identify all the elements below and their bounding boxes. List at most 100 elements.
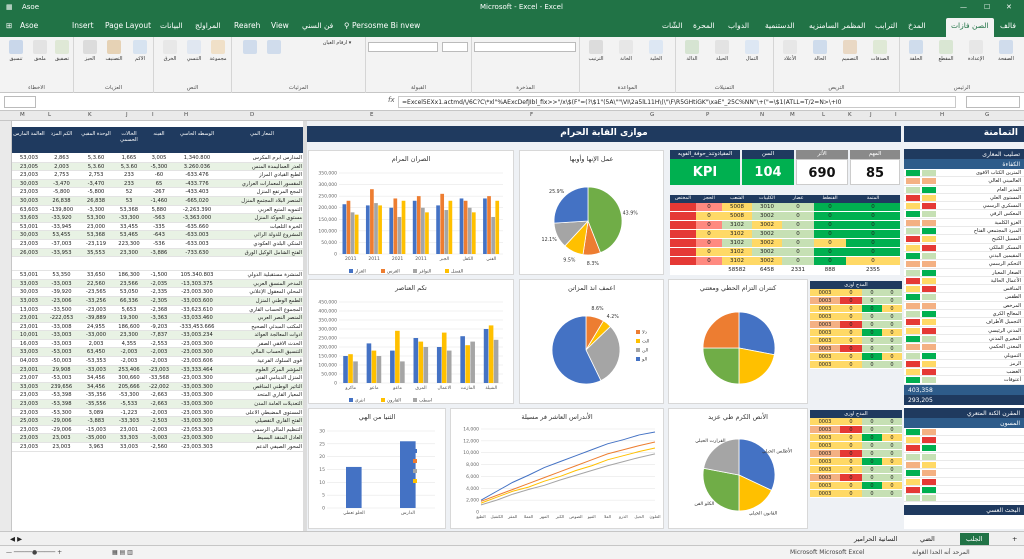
table-row[interactable]: 33,003 -23,006 -33,256 66,336 -2,305 -33,003.… <box>12 296 303 306</box>
table-row[interactable]: 04,003 -50,003 -53,353 -2,003 -2,003 -23,003.… <box>12 357 303 366</box>
sheet-tab[interactable]: الضي <box>914 533 941 545</box>
table-row[interactable]: 33,603 -33,920 53,300 -33,300 -563 -3,363.000… <box>12 214 303 223</box>
pie-chart-2-card[interactable]: اعمف انذ المزاتن 8.6% 4.2% دلا الث الن الو <box>519 279 664 404</box>
table-row[interactable]: 33,003 -33,003 22,560 23,566 -2,035 -13,303.3… <box>12 279 303 289</box>
tab-review[interactable]: المراولج <box>195 21 221 30</box>
right-list-row[interactable]: أعتوفات <box>904 376 1024 385</box>
sheet-tab-active[interactable]: الجلب <box>960 533 989 545</box>
col-header[interactable]: F <box>530 112 533 118</box>
col-header[interactable]: H <box>184 112 188 118</box>
ribbon-btn-q[interactable]: الحيلة <box>710 40 734 62</box>
close-icon[interactable]: ✕ <box>1006 3 1012 11</box>
table-row[interactable]: 10,001 -33,003 -33,000 23,300 -7,837 -33,003.… <box>12 331 303 340</box>
tab-formulas[interactable]: المحرة <box>693 21 715 30</box>
bar-chart-3-card[interactable]: الثنيا من الهي 0 5 10 15 20 25 30 الحلو تعطي الد… <box>308 408 446 529</box>
right-list-row[interactable]: الأعمال الحالية <box>904 277 1024 286</box>
tab-nav-icon[interactable]: ◀ ▶ <box>4 533 28 545</box>
col-header[interactable]: L <box>48 112 51 118</box>
size-dropdown[interactable] <box>442 42 468 52</box>
right-list-row[interactable]: التحكم الرسمي <box>904 260 1024 269</box>
right-list-row[interactable]: المغيري المدني <box>904 335 1024 344</box>
right-list-row[interactable]: الرمز <box>904 360 1024 369</box>
table-row[interactable]: 23,003 -37,003 -23,119 223,300 -536 -633.003 ا… <box>12 240 303 249</box>
ribbon-btn-t[interactable]: الحالة <box>808 40 832 62</box>
ribbon-btn-a[interactable]: تنسيق <box>4 40 28 62</box>
tab-format[interactable]: الترابب <box>875 21 897 30</box>
ribbon-btn-k[interactable] <box>262 40 286 56</box>
tab-data[interactable]: الشّات <box>662 21 682 30</box>
add-sheet-icon[interactable]: + <box>1006 533 1023 545</box>
ribbon-btn-e[interactable]: التصنيف <box>102 40 126 62</box>
fx-icon[interactable]: fx <box>388 96 395 104</box>
table-row[interactable]: 23,005 2,003 5,3.60 5,3.60 -5,300 3.260.036 ال… <box>12 162 303 172</box>
ribbon-btn-f[interactable]: الاكم <box>128 40 152 62</box>
font-dropdown[interactable] <box>368 42 438 52</box>
ribbon-btn-o[interactable]: الخلية <box>644 40 668 62</box>
tab-design[interactable]: المدخ <box>908 21 925 30</box>
tab-developer[interactable]: الدواب <box>728 21 749 30</box>
table-row[interactable]: 33,003 239,656 34,456 205,666 -22,002 -33,003… <box>12 382 303 392</box>
ribbon-btn-z[interactable]: الصفحة <box>994 40 1018 62</box>
table-row[interactable]: 25,003 -29,006 -3,883 -33,303 -2,503 -33,003.… <box>12 417 303 426</box>
table-row[interactable]: 23,003 23,003 -35,000 33,303 -3,003 -23,003.3… <box>12 434 303 443</box>
table-row[interactable]: 30,003 -39,920 -23,565 53,050 -2,335 -23,003.… <box>12 288 303 297</box>
ribbon-btn-j[interactable] <box>238 40 262 56</box>
table-row[interactable]: 23,001 -33,008 24,955 186,600 -9,203 -333,453… <box>12 323 303 332</box>
table-row[interactable]: 23,001 29,908 -33,003 253,406 -23,003 -33,333… <box>12 365 303 375</box>
col-header[interactable]: M <box>790 112 795 118</box>
ribbon-btn-r[interactable]: الثمال <box>740 40 764 62</box>
view-normal-icon[interactable]: ▦ ▤ ▥ <box>112 549 133 556</box>
right-list-row[interactable]: المرخص <box>904 302 1024 311</box>
table-row[interactable]: 23,003 -5,800 -5,800 52 -267 -433.403 المجع ال… <box>12 188 303 197</box>
formula-input[interactable]: =Excel5EXx1.actmd/\/6C?C\*xl"%AExcDefJIb… <box>398 96 956 108</box>
tab-addins[interactable]: الدستنمية <box>765 21 795 30</box>
bar-chart-1-card[interactable]: الصران المرام 0 50,000 100,000 150,000 200,0… <box>308 150 514 275</box>
col-header[interactable]: E <box>370 112 373 118</box>
ribbon-btn-w[interactable]: الحلقة <box>904 40 928 62</box>
tab-help[interactable]: السامنزيه <box>809 21 839 30</box>
col-header[interactable]: K <box>88 112 92 118</box>
line-chart-card[interactable]: الأندراس العاشر فر مسيلة 0 2,000 4,000 6,00… <box>450 408 664 529</box>
tab-touch[interactable]: فن السني <box>302 21 333 30</box>
col-header[interactable]: L <box>822 112 825 118</box>
col-header[interactable]: H <box>940 112 944 118</box>
col-header[interactable]: D <box>250 112 254 118</box>
col-header[interactable]: J <box>870 112 872 118</box>
tab-page-layout[interactable]: Page Layout <box>105 21 151 30</box>
table-row[interactable]: 63,603 -139,800 -3,300 53,368 5,880 -2,263.39… <box>12 206 303 215</box>
table-row[interactable]: 30,003 26,838 26,838 53 -1,460 -665,020 المنصر… <box>12 196 303 206</box>
tab-insert[interactable]: Insert <box>72 21 94 30</box>
right-list-row[interactable]: المبرد المجتمعي الفتاح <box>904 227 1024 236</box>
table-row[interactable]: 23,001 -222,053 -39,889 19,300 -3,363 -33,033… <box>12 314 303 323</box>
right-list-row[interactable]: المنافس <box>904 285 1024 294</box>
maximize-icon[interactable]: ☐ <box>984 3 990 11</box>
right-list-row[interactable]: المسكري الرسمي <box>904 202 1024 211</box>
ribbon-btn-u[interactable]: التصميم <box>838 40 862 62</box>
col-header[interactable]: M <box>20 112 25 118</box>
ribbon-btn-d[interactable]: الحيز <box>78 40 102 62</box>
right-list-row[interactable]: التمويلي <box>904 352 1024 360</box>
col-header[interactable]: N <box>760 112 764 118</box>
col-header[interactable]: P <box>706 112 709 118</box>
ribbon-btn-g[interactable]: الخرق <box>158 40 182 62</box>
table-row[interactable]: 23,003 -53,398 -35,356 -53,300 -2,663 -33,003… <box>12 391 303 401</box>
pie-chart-1-card[interactable]: عمل الإنها وأوبها 43.9% 8.3% 9.5% 12.1% 25.9… <box>519 150 664 275</box>
bar-chart-2-card[interactable]: تكم العناصر 0 50,000 100,000 150,000 200,000… <box>308 279 514 404</box>
table-row[interactable]: 30,003 53,455 53,368 53,465 -643 -633.003 المش… <box>12 231 303 240</box>
right-list-row[interactable]: المعدن الحكمي <box>904 343 1024 352</box>
tab-view[interactable]: View <box>271 21 289 30</box>
search-box[interactable]: Persosme Bi nvew <box>352 21 420 30</box>
tab-file[interactable]: فالف <box>1000 21 1016 30</box>
table-row[interactable]: 26,003 -33,953 35,553 23,300 -3,886 -733.630 ا… <box>12 248 303 258</box>
right-list-row[interactable]: الغزو الكلمية <box>904 219 1024 228</box>
right-list-row[interactable]: المعالج الكري <box>904 310 1024 319</box>
pie-chart-3-card[interactable]: كنتران التزام الحطي ومعتني <box>668 279 808 404</box>
minimize-icon[interactable]: — <box>960 3 967 11</box>
right-list-row[interactable]: المستوى العلي <box>904 194 1024 203</box>
sheet-tab[interactable]: السانية الحرامير <box>848 533 903 545</box>
table-row[interactable]: 23,003 2,753 2,753 233 -60 -633.476 الطبع القي… <box>12 171 303 180</box>
right-list-row[interactable]: المدني الرئيسي <box>904 327 1024 335</box>
zoom-slider-icon[interactable]: — ─────●───── + <box>6 549 62 556</box>
ribbon-btn-s[interactable]: الأعلاد <box>778 40 802 62</box>
right-list-row[interactable]: المترين الكتاب الاقوى <box>904 169 1024 178</box>
